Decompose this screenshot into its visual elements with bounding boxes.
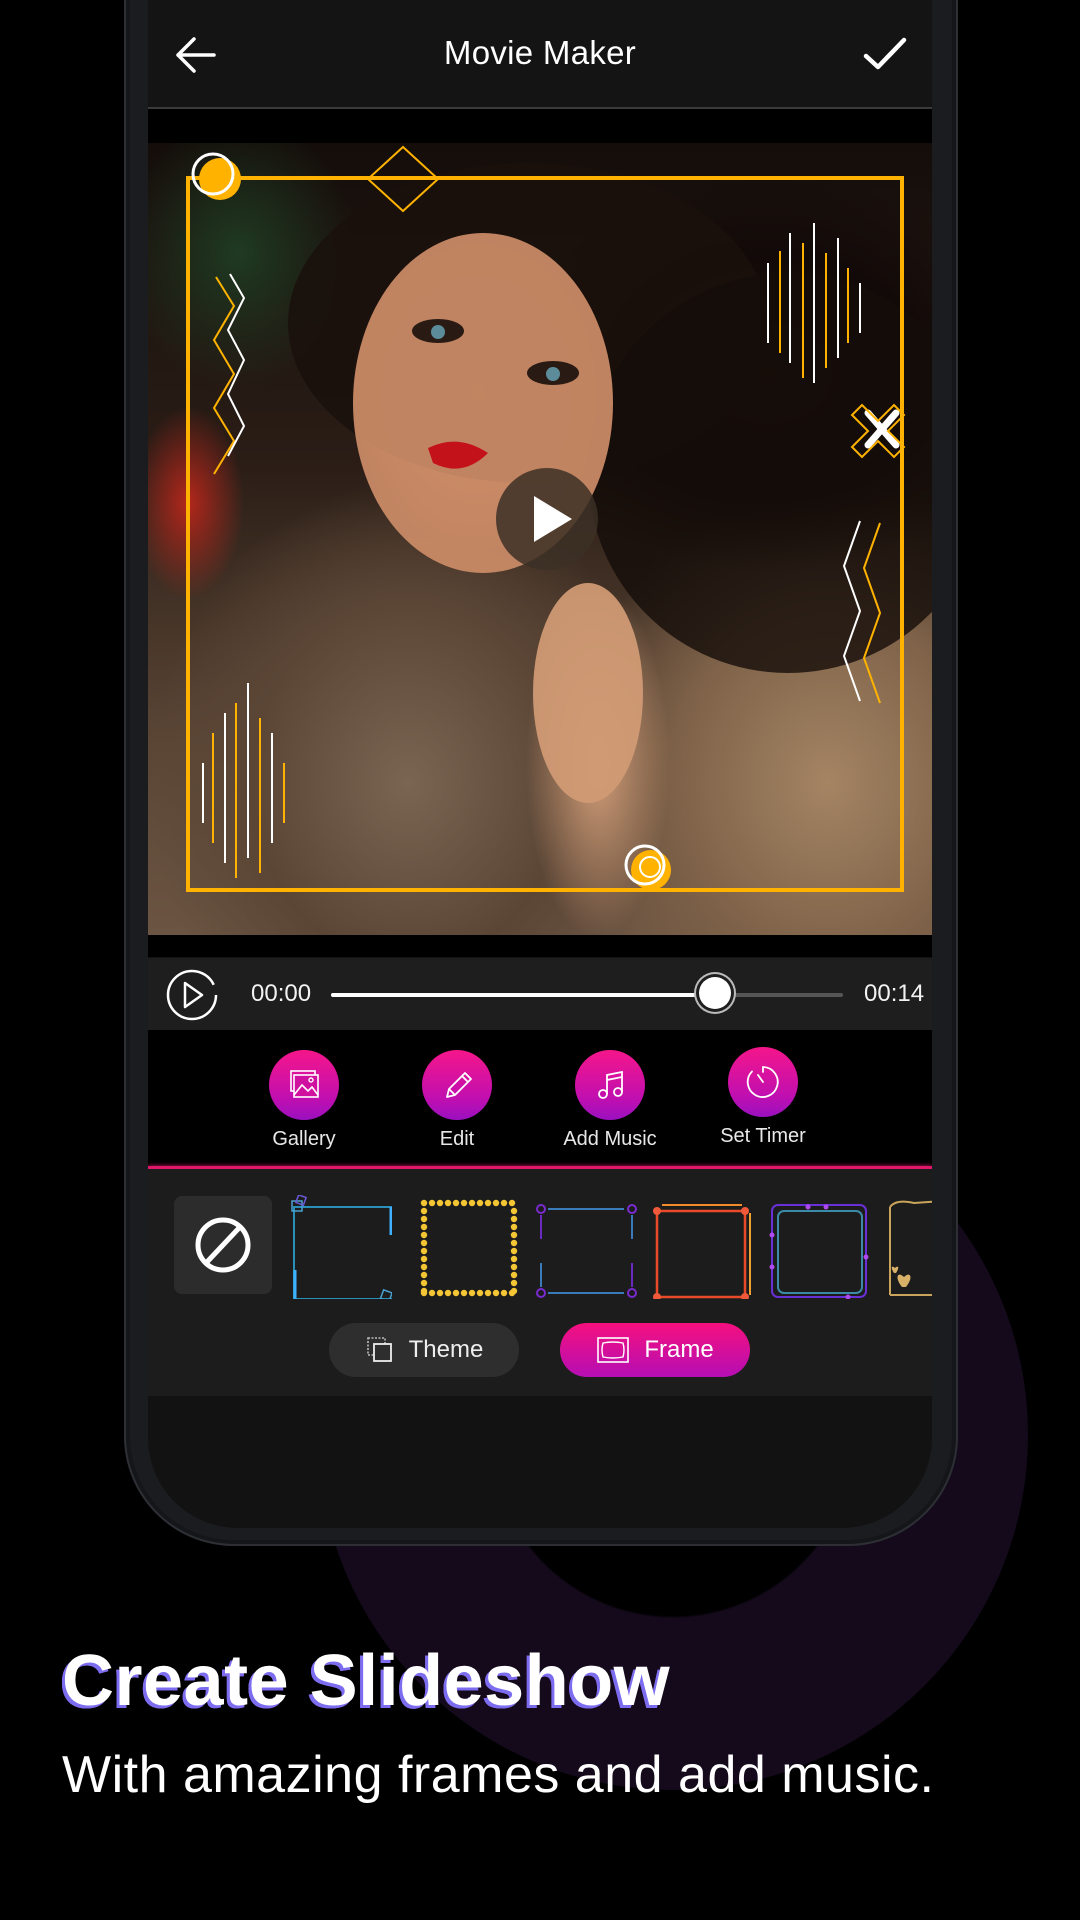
check-icon (863, 37, 907, 70)
frame-bead (420, 1287, 428, 1295)
frame-bead (420, 1207, 428, 1215)
page-title: Movie Maker (443, 34, 637, 71)
blue-corner-frame[interactable] (290, 1195, 392, 1299)
frame-bead (452, 1289, 460, 1297)
frame-bead (510, 1215, 518, 1223)
frame-bead (510, 1239, 518, 1247)
total-time: 00:14 (864, 980, 925, 1007)
tool-label: Gallery (272, 1128, 336, 1150)
frame-bead (510, 1223, 518, 1231)
seek-slider[interactable] (331, 977, 843, 1009)
pencil-icon (446, 1072, 472, 1098)
frame-bead (500, 1289, 508, 1297)
tool-label: Add Music (563, 1128, 657, 1150)
frame-bead (436, 1199, 444, 1207)
timer-icon (746, 1066, 779, 1098)
seek-progress (331, 993, 715, 997)
frames-panel: Theme Frame (148, 1169, 932, 1396)
no-frame-icon (195, 1217, 251, 1273)
no-frame-button[interactable] (174, 1196, 272, 1294)
red-orange-neon-frame[interactable] (652, 1195, 754, 1299)
frame-bead (508, 1199, 516, 1207)
frame-bead (444, 1289, 452, 1297)
frame-bead (500, 1199, 508, 1207)
frame-bead (428, 1199, 436, 1207)
tab-frame[interactable]: Frame (560, 1323, 750, 1377)
promo-subtitle: With amazing frames and add music. (62, 1746, 935, 1804)
current-time: 00:00 (251, 980, 312, 1007)
frame-bead (420, 1247, 428, 1255)
frame-bead (468, 1199, 476, 1207)
frame-bead (476, 1289, 484, 1297)
frame-bead (476, 1199, 484, 1207)
frame-bead (420, 1255, 428, 1263)
top-app-bar: Movie Maker (148, 0, 932, 109)
frame-bead (436, 1289, 444, 1297)
tab-label: Frame (644, 1336, 714, 1363)
frame-bead (510, 1207, 518, 1215)
tab-theme[interactable]: Theme (329, 1323, 519, 1377)
music-note-icon (598, 1070, 623, 1099)
frame-bead (492, 1289, 500, 1297)
frame-bead (428, 1289, 436, 1297)
promo-headline: Create Slideshow (62, 1641, 671, 1721)
frame-bead (460, 1289, 468, 1297)
slideshow-preview-image[interactable] (148, 143, 932, 935)
frame-bead (420, 1223, 428, 1231)
theme-icon (366, 1337, 392, 1362)
frame-bead (492, 1199, 500, 1207)
play-pause-button[interactable] (165, 968, 219, 1022)
purple-pin-frame[interactable] (536, 1195, 638, 1299)
frame-bead (420, 1263, 428, 1271)
tool-set-timer[interactable]: Set Timer (703, 1047, 823, 1148)
frame-icon (597, 1337, 630, 1363)
frame-bead (468, 1289, 476, 1297)
tool-gallery[interactable]: Gallery (244, 1050, 364, 1151)
play-circle-icon (166, 969, 218, 1021)
confirm-button[interactable] (860, 30, 910, 80)
frame-bead (420, 1199, 428, 1207)
tool-label: Set Timer (720, 1125, 806, 1147)
preview-area (148, 109, 932, 957)
gallery-icon (290, 1070, 319, 1098)
frame-bead (484, 1289, 492, 1297)
frame-bead (510, 1247, 518, 1255)
preview-play-button[interactable] (496, 468, 598, 570)
frame-bead (420, 1231, 428, 1239)
frame-bead (460, 1199, 468, 1207)
frame-bead (510, 1271, 518, 1279)
frame-bead (420, 1271, 428, 1279)
playback-bar: 00:00 00:14 (148, 958, 932, 1030)
frame-bead (510, 1255, 518, 1263)
tab-label: Theme (408, 1336, 484, 1363)
frame-bead (420, 1215, 428, 1223)
gold-dotted-frame[interactable] (418, 1195, 520, 1299)
frame-bead (510, 1279, 518, 1287)
frame-bead (484, 1199, 492, 1207)
tool-edit[interactable]: Edit (397, 1050, 517, 1151)
frame-bead (510, 1263, 518, 1271)
tool-row: Gallery Edit Add Music Set Timer (148, 1030, 932, 1166)
frame-bead (510, 1231, 518, 1239)
app-screen: Movie Maker 00:00 00:14 Gallery Edit Add… (148, 0, 932, 1528)
frame-bead (444, 1199, 452, 1207)
frame-bead (420, 1279, 428, 1287)
frame-bead (510, 1287, 518, 1295)
frame-bead (452, 1199, 460, 1207)
tool-add-music[interactable]: Add Music (550, 1050, 670, 1151)
frame-bead (420, 1239, 428, 1247)
seek-thumb[interactable] (699, 977, 731, 1009)
gold-hearts-frame[interactable] (884, 1195, 932, 1299)
purple-teal-frame[interactable] (768, 1195, 870, 1299)
tool-label: Edit (439, 1128, 475, 1150)
